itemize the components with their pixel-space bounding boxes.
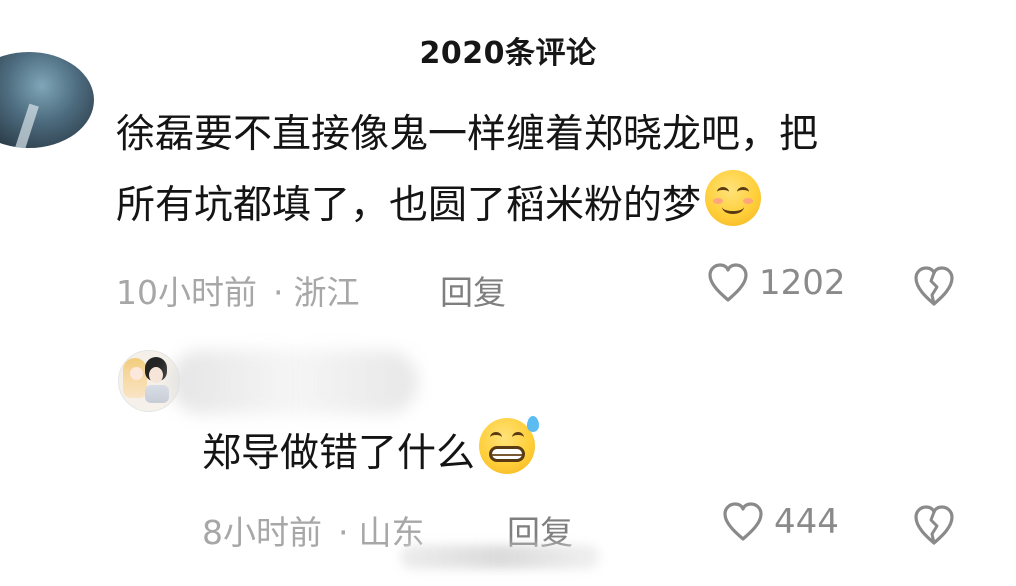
comment-time: 8小时前 (202, 513, 322, 552)
comment-body: 徐磊要不直接像鬼一样缠着郑晓龙吧，把 所有坑都填了，也圆了稻米粉的梦 (116, 100, 976, 241)
heart-outline-icon (723, 502, 763, 541)
smiling-face-icon (705, 170, 762, 226)
blurred-watermark (400, 545, 600, 569)
blurred-username (170, 350, 418, 414)
comments-header: 2020条评论 (0, 28, 1016, 72)
reply-comment-body: 郑导做错了什么 (202, 416, 962, 489)
meta-separator: · (273, 273, 284, 312)
heart-outline-icon (708, 263, 748, 302)
like-count: 1202 (759, 263, 846, 303)
like-button[interactable]: 1202 (705, 262, 846, 304)
comment-meta: 10小时前 · 浙江 (116, 266, 360, 314)
comments-count-title: 2020条评论 (419, 36, 597, 71)
avatar-face-right (149, 367, 163, 383)
like-button[interactable]: 444 (720, 501, 839, 543)
like-count: 444 (774, 502, 839, 542)
dislike-button[interactable] (910, 503, 958, 547)
reply-button[interactable]: 回复 (440, 266, 506, 314)
avatar-shirt-right (145, 385, 169, 403)
reply-comment-meta: 8小时前 · 山东 (202, 506, 425, 554)
comment-location: 浙江 (293, 273, 360, 312)
avatar-highlight (15, 103, 39, 148)
comment-text: 郑导做错了什么 (202, 431, 476, 476)
meta-separator: · (338, 513, 349, 552)
grinning-sweat-face-icon (479, 416, 540, 474)
broken-heart-icon (914, 266, 954, 306)
broken-heart-icon (914, 505, 954, 545)
avatar-face-left (130, 367, 143, 380)
comment-time: 10小时前 (116, 273, 257, 312)
dislike-button[interactable] (910, 264, 958, 308)
